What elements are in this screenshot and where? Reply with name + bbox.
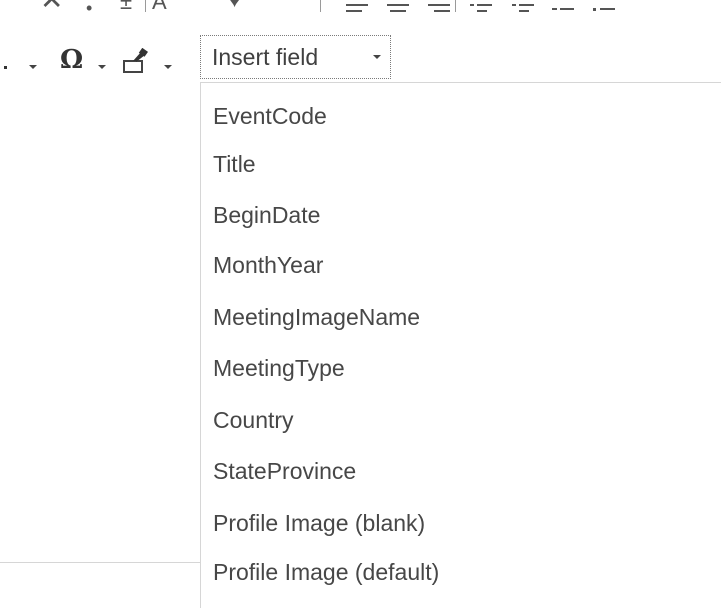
dropdown-item-eventcode[interactable]: EventCode	[213, 94, 327, 138]
bulleted-list-icon[interactable]	[593, 0, 615, 14]
chevron-down-icon[interactable]	[98, 65, 106, 69]
align-left-icon[interactable]	[346, 0, 368, 14]
toolbar-separator	[455, 0, 456, 12]
editor-divider	[0, 562, 200, 563]
omega-icon[interactable]: Ω	[60, 43, 83, 77]
chevron-down-icon[interactable]	[164, 65, 172, 69]
chevron-down-icon	[373, 55, 381, 59]
numbered-list-icon[interactable]	[552, 0, 574, 14]
dropdown-item-meetingtype[interactable]: MeetingType	[213, 346, 345, 390]
underline-icon[interactable]: ±	[120, 0, 132, 16]
dropdown-item-meetingimagename[interactable]: MeetingImageName	[213, 295, 420, 339]
dropdown-item-country[interactable]: Country	[213, 398, 294, 442]
bold-icon[interactable]: ✕	[40, 0, 63, 14]
truncated-dropdown-dot	[4, 66, 7, 69]
dropdown-item-title[interactable]: Title	[213, 142, 256, 186]
font-color-icon[interactable]: A	[152, 0, 167, 16]
dropdown-item-monthyear[interactable]: MonthYear	[213, 243, 323, 287]
dropdown-item-begindate[interactable]: BeginDate	[213, 193, 320, 237]
dropdown-item-profile-image-blank[interactable]: Profile Image (blank)	[213, 501, 425, 545]
insert-field-dropdown: EventCode Title BeginDate MonthYear Meet…	[200, 82, 721, 608]
indent-icon[interactable]	[470, 0, 492, 14]
insert-field-label: Insert field	[212, 44, 319, 70]
chevron-down-icon[interactable]	[29, 65, 37, 69]
font-size-icon[interactable]: •	[86, 0, 92, 22]
dropdown-item-stateprovince[interactable]: StateProvince	[213, 449, 356, 493]
dropdown-item-profile-image-default[interactable]: Profile Image (default)	[213, 550, 439, 594]
insert-field-button[interactable]: Insert field	[200, 35, 391, 79]
toolbar-separator	[320, 0, 321, 12]
outdent-icon[interactable]	[512, 0, 534, 14]
highlight-icon[interactable]: ♥	[228, 0, 241, 14]
align-center-icon[interactable]	[387, 0, 409, 14]
toolbar-separator	[145, 0, 146, 12]
align-right-icon[interactable]	[428, 0, 450, 14]
toolbar-top-row: ✕ • ± A ♥	[0, 0, 721, 22]
brush-icon[interactable]	[121, 48, 149, 74]
